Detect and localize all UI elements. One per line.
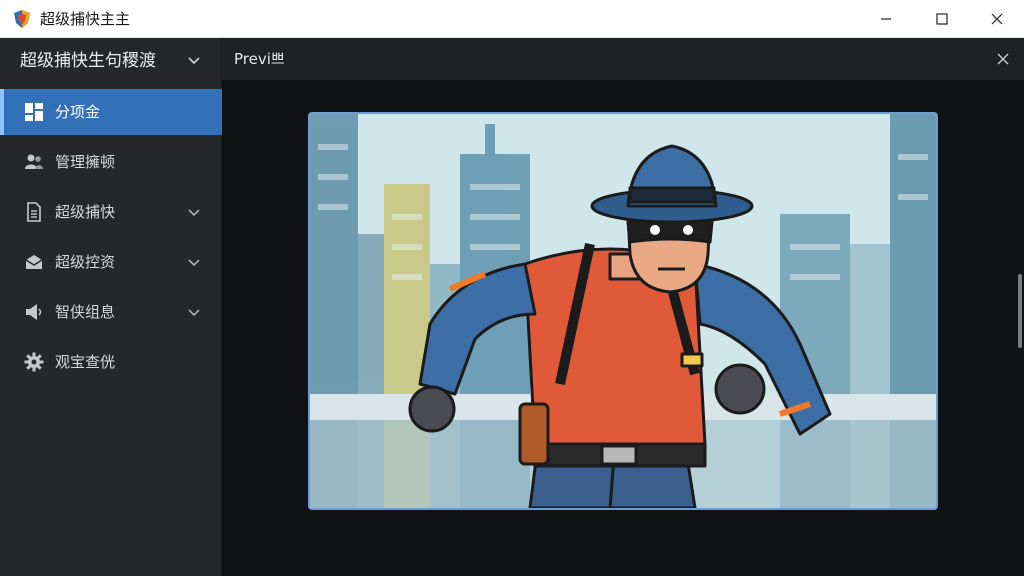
sidebar: 超级捕快生句稷渡 分项金 管理擁顿 超级捕快 超级控资 智侠组息 观宝查侊 <box>0 38 222 576</box>
preview-image <box>308 112 938 510</box>
scrollbar[interactable] <box>1018 274 1022 348</box>
sidebar-item-documents[interactable]: 超级捕快 <box>0 189 222 235</box>
maximize-icon <box>936 13 948 25</box>
sidebar-item-label: 分项金 <box>55 103 101 121</box>
sidebar-item-label: 超级捕快 <box>55 203 116 221</box>
dashboard-icon <box>25 103 43 121</box>
chevron-down-icon <box>188 209 200 217</box>
chevron-down-icon <box>188 309 200 317</box>
gear-icon <box>24 352 44 372</box>
title-bar: 超级捕快主主 <box>0 0 1024 38</box>
sidebar-item-label: 超级控资 <box>55 253 116 271</box>
detective-illustration <box>310 114 936 508</box>
maximize-button[interactable] <box>918 0 966 38</box>
preview-title: Previ쁘 <box>234 50 285 68</box>
chevron-down-icon <box>188 57 200 65</box>
minimize-icon <box>881 18 891 20</box>
sidebar-item-mail[interactable]: 超级控资 <box>0 239 222 285</box>
sidebar-item-announcements[interactable]: 智侠组息 <box>0 289 222 335</box>
mail-icon <box>25 255 43 269</box>
minimize-button[interactable] <box>862 0 910 38</box>
sidebar-item-settings[interactable]: 观宝查侊 <box>0 339 222 385</box>
megaphone-icon <box>26 304 42 320</box>
sidebar-title: 超级捕快生句稷渡 <box>20 51 156 71</box>
sidebar-item-label: 观宝查侊 <box>55 353 116 371</box>
document-icon <box>27 202 41 222</box>
users-icon <box>25 154 43 169</box>
preview-header: Previ쁘 <box>222 38 1024 80</box>
close-icon <box>991 13 1003 25</box>
close-icon <box>997 53 1009 65</box>
sidebar-item-label: 管理擁顿 <box>55 153 116 171</box>
sidebar-item-label: 智侠组息 <box>55 303 116 321</box>
app-logo-icon <box>14 10 30 28</box>
close-button[interactable] <box>973 0 1021 38</box>
preview-panel: Previ쁘 <box>222 38 1024 576</box>
sidebar-header[interactable]: 超级捕快生句稷渡 <box>0 38 222 84</box>
window-title: 超级捕快主主 <box>40 10 131 28</box>
sidebar-item-dashboard[interactable]: 分项金 <box>0 89 222 135</box>
chevron-down-icon <box>188 259 200 267</box>
sidebar-item-users[interactable]: 管理擁顿 <box>0 139 222 185</box>
preview-close-button[interactable] <box>992 48 1014 70</box>
